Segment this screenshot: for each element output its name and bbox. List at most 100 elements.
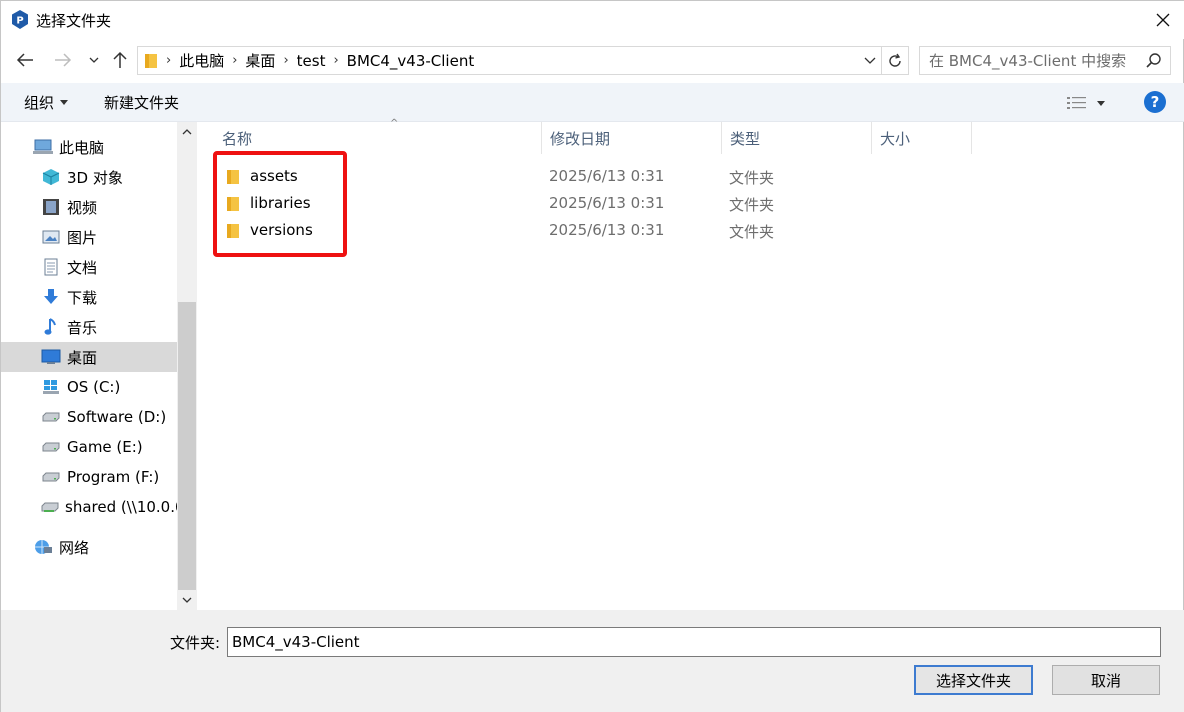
sidebar-item-drive-e[interactable]: Game (E:) xyxy=(1,432,177,462)
arrow-right-icon xyxy=(55,53,72,67)
sidebar-item-network[interactable]: 网络 xyxy=(1,532,177,562)
highlight-box xyxy=(213,151,347,257)
sidebar-item-label: Game (E:) xyxy=(67,438,143,456)
refresh-icon xyxy=(889,53,901,67)
address-bar[interactable]: › 此电脑 › 桌面 › test › BMC4_v43-Client xyxy=(137,46,882,75)
app-icon: P xyxy=(11,10,29,29)
refresh-button[interactable] xyxy=(882,46,909,75)
sidebar-item-shared[interactable]: shared (\\10.0.0 xyxy=(1,492,177,522)
3d-objects-icon xyxy=(41,167,61,187)
breadcrumb-this-pc[interactable]: 此电脑 xyxy=(179,50,224,71)
close-button[interactable] xyxy=(1147,5,1179,35)
download-icon xyxy=(41,287,61,307)
sidebar-item-label: 图片 xyxy=(67,228,98,247)
column-type[interactable]: 类型 xyxy=(722,122,872,154)
sidebar-item-videos[interactable]: 视频 xyxy=(1,192,177,222)
caret-down-icon xyxy=(1097,100,1105,106)
sidebar-item-label: 桌面 xyxy=(67,348,98,367)
drive-icon xyxy=(41,437,61,457)
sidebar-item-label: 网络 xyxy=(59,538,90,557)
up-button[interactable] xyxy=(107,47,133,73)
sidebar-item-documents[interactable]: 文档 xyxy=(1,252,177,282)
folder-label: 文件夹: xyxy=(170,634,221,652)
drive-icon xyxy=(41,407,61,427)
organize-label: 组织 xyxy=(24,94,55,112)
navigation-pane: 此电脑 3D 对象 视频 图片 文档 下载 音乐 桌面 OS (C:) Soft… xyxy=(1,122,177,610)
search-icon[interactable] xyxy=(1145,52,1163,70)
breadcrumb-desktop[interactable]: 桌面 xyxy=(245,50,275,71)
file-date: 2025/6/13 0:31 xyxy=(549,167,665,185)
breadcrumb-current[interactable]: BMC4_v43-Client xyxy=(347,52,475,70)
computer-icon xyxy=(33,137,53,157)
sidebar-item-label: 音乐 xyxy=(67,318,98,337)
new-folder-button[interactable]: 新建文件夹 xyxy=(104,92,179,113)
file-type: 文件夹 xyxy=(729,223,775,241)
chevron-down-icon xyxy=(89,57,99,63)
sidebar-item-pictures[interactable]: 图片 xyxy=(1,222,177,252)
back-button[interactable] xyxy=(11,47,39,73)
forward-button[interactable] xyxy=(49,47,77,73)
sidebar-item-downloads[interactable]: 下载 xyxy=(1,282,177,312)
sidebar-item-label: OS (C:) xyxy=(67,378,121,396)
column-size[interactable]: 大小 xyxy=(872,122,972,154)
folder-picker-dialog: P 选择文件夹 › 此电脑 › 桌面 › test › BMC4_v43-Cli… xyxy=(0,0,1184,712)
music-icon xyxy=(41,317,61,337)
select-folder-button[interactable]: 选择文件夹 xyxy=(914,665,1033,695)
caret-down-icon xyxy=(60,100,69,105)
network-drive-icon xyxy=(41,497,59,517)
help-icon: ? xyxy=(1150,93,1160,111)
sidebar-item-drive-d[interactable]: Software (D:) xyxy=(1,402,177,432)
sidebar-item-music[interactable]: 音乐 xyxy=(1,312,177,342)
close-icon xyxy=(1156,13,1170,27)
file-date: 2025/6/13 0:31 xyxy=(549,221,665,239)
sidebar-item-label: 下载 xyxy=(67,288,98,307)
file-type: 文件夹 xyxy=(729,196,775,214)
sidebar-item-label: shared (\\10.0.0 xyxy=(65,498,177,516)
scroll-down-icon[interactable] xyxy=(177,590,197,610)
breadcrumb-test[interactable]: test xyxy=(297,52,326,70)
chevron-down-icon xyxy=(864,57,876,64)
sidebar-item-drive-f[interactable]: Program (F:) xyxy=(1,462,177,492)
chevron-right-icon: › xyxy=(333,53,339,68)
desktop-icon xyxy=(41,347,61,367)
folder-icon xyxy=(144,53,160,69)
view-options-button[interactable] xyxy=(1067,92,1113,114)
sidebar-scrollbar[interactable] xyxy=(177,122,197,610)
address-dropdown-button[interactable] xyxy=(859,46,881,75)
pictures-icon xyxy=(41,227,61,247)
column-header: 名称 ^ 修改日期 类型 大小 xyxy=(198,118,1184,154)
video-icon xyxy=(41,197,61,217)
windows-drive-icon xyxy=(41,377,61,397)
search-input[interactable]: 在 BMC4_v43-Client 中搜索 xyxy=(919,46,1171,75)
sidebar-item-3d-objects[interactable]: 3D 对象 xyxy=(1,162,177,192)
network-icon xyxy=(33,537,53,557)
sidebar-item-drive-c[interactable]: OS (C:) xyxy=(1,372,177,402)
bottom-panel xyxy=(1,610,1184,712)
recent-locations-button[interactable] xyxy=(85,47,103,73)
scroll-up-icon[interactable] xyxy=(177,122,197,142)
cancel-button[interactable]: 取消 xyxy=(1052,665,1160,695)
column-name[interactable]: 名称 ^ xyxy=(214,118,542,154)
file-date: 2025/6/13 0:31 xyxy=(549,194,665,212)
help-button[interactable]: ? xyxy=(1144,91,1166,113)
scrollbar-thumb[interactable] xyxy=(178,302,196,590)
sidebar-item-this-pc[interactable]: 此电脑 xyxy=(1,132,177,162)
documents-icon xyxy=(41,257,61,277)
folder-name-input[interactable]: BMC4_v43-Client xyxy=(227,627,1161,657)
chevron-right-icon: › xyxy=(232,53,238,68)
column-type-label: 类型 xyxy=(730,129,761,148)
column-size-label: 大小 xyxy=(880,129,911,148)
column-date[interactable]: 修改日期 xyxy=(542,122,722,154)
title-bar xyxy=(1,1,1184,39)
sidebar-item-label: 视频 xyxy=(67,198,98,217)
sidebar-item-label: Program (F:) xyxy=(67,468,160,486)
chevron-right-icon: › xyxy=(283,53,289,68)
sidebar-item-label: 文档 xyxy=(67,258,98,277)
column-name-label: 名称 xyxy=(222,129,253,148)
sidebar-item-desktop[interactable]: 桌面 xyxy=(1,342,177,372)
drive-icon xyxy=(41,467,61,487)
organize-menu-button[interactable]: 组织 xyxy=(24,92,69,113)
window-title: 选择文件夹 xyxy=(36,12,112,30)
details-view-icon xyxy=(1067,97,1086,109)
svg-text:P: P xyxy=(16,16,23,27)
